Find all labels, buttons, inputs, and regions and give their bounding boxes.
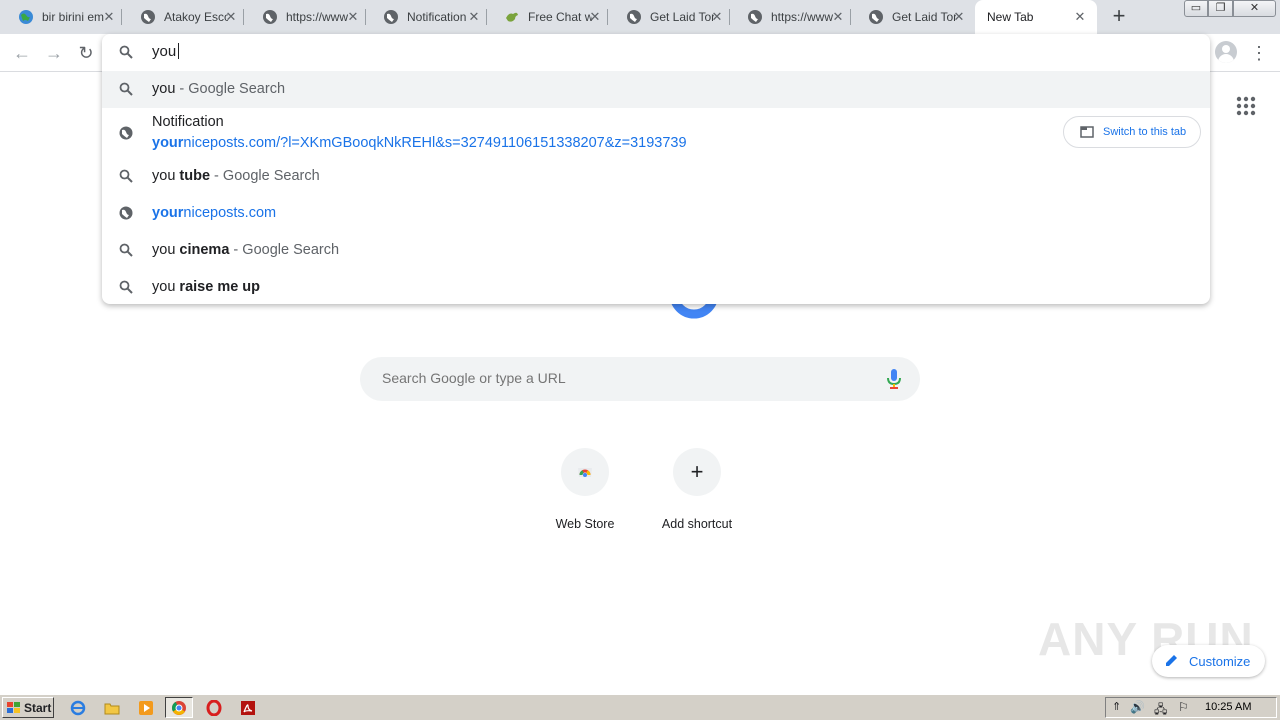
globe-icon [626,9,642,25]
earth-icon [18,9,34,25]
suggestion-title: Notification [152,114,224,130]
shortcut-add[interactable]: + Add shortcut [642,448,752,538]
suggestion-row[interactable]: you cinema - Google Search [102,232,1210,269]
minimize-button[interactable]: ▭ [1184,0,1208,17]
tab[interactable]: https://www ✕ [731,0,851,34]
tab-title: https://www [286,10,349,24]
tab[interactable]: bir birini em ✕ [2,0,122,34]
globe-icon [383,9,399,25]
search-icon [119,82,133,96]
menu-kebab-icon[interactable]: ⋮ [1250,42,1268,64]
tab-title: Notification [407,10,467,24]
restore-button[interactable]: ❐ [1208,0,1233,17]
tab[interactable]: Get Laid Tor ✕ [852,0,972,34]
tab-title: bir birini em [42,10,105,24]
shortcut-label: Add shortcut [661,517,733,531]
microphone-icon[interactable] [886,368,902,390]
tab-close-icon[interactable]: ✕ [831,10,845,24]
search-icon [119,280,133,294]
tab-close-icon[interactable]: ✕ [224,10,238,24]
tab-title: Get Laid Tor [892,10,956,24]
forward-button[interactable]: → [41,40,67,66]
tab[interactable]: Get Laid Tor ✕ [610,0,730,34]
shortcut-web-store[interactable]: Web Store [530,448,640,538]
plus-icon: + [690,459,704,484]
close-window-button[interactable]: ✕ [1233,0,1276,17]
omnibox-dropdown: you you - Google Search Notification you… [102,34,1210,304]
tab[interactable]: Free Chat w ✕ [488,0,608,34]
folder-icon[interactable] [98,697,126,718]
suggestion-row-navigation[interactable]: Notification yourniceposts.com/?l=XKmGBo… [102,108,1210,158]
bird-icon [504,9,520,25]
pencil-icon [1165,653,1181,669]
tab-strip: bir birini em ✕ Atakoy Esco ✕ https://ww… [0,0,1280,34]
suggestion-row[interactable]: you raise me up [102,269,1210,306]
tab-title: https://www [771,10,834,24]
opera-icon[interactable] [200,697,228,718]
globe-icon [262,9,278,25]
tab-active[interactable]: New Tab ✕ [975,0,1097,34]
apps-grid-icon[interactable] [1236,96,1256,116]
suggestion-url: yourniceposts.com [152,205,277,221]
search-icon [119,45,133,59]
tab[interactable]: Atakoy Esco ✕ [124,0,244,34]
tab-close-icon[interactable]: ✕ [710,10,724,24]
ntp-search-box[interactable] [360,357,920,401]
suggestion-row[interactable]: you - Google Search [102,71,1210,108]
globe-icon [747,9,763,25]
globe-icon [119,206,133,220]
tab-close-icon[interactable]: ✕ [1073,10,1087,24]
start-button[interactable]: Start [2,697,54,718]
globe-icon [140,9,156,25]
tab-close-icon[interactable]: ✕ [952,10,966,24]
search-icon [119,169,133,183]
tab-close-icon[interactable]: ✕ [102,10,116,24]
suggestion-row[interactable]: you tube - Google Search [102,158,1210,195]
ntp-search-input[interactable] [380,369,860,387]
suggestion-row-navigation[interactable]: yourniceposts.com [102,195,1210,232]
omnibox-input-row[interactable]: you [102,34,1210,71]
flag-icon[interactable]: ⚐ [1178,700,1189,714]
ie-icon[interactable] [64,697,92,718]
profile-avatar[interactable] [1215,41,1237,63]
network-icon[interactable]: 🖧 [1154,700,1167,721]
customize-label: Customize [1189,653,1251,669]
tab-title: Free Chat w [528,10,592,24]
tab-close-icon[interactable]: ✕ [346,10,360,24]
omnibox-input[interactable]: you [152,43,180,60]
tab[interactable]: Notification ✕ [367,0,487,34]
webstore-icon [576,461,594,484]
tab-title: Get Laid Tor [650,10,714,24]
tab-title: Atakoy Esco [164,10,228,24]
clock[interactable]: 10:25 AM [1205,701,1251,713]
acrobat-icon[interactable] [234,697,262,718]
tab[interactable]: https://www ✕ [246,0,366,34]
search-icon [119,243,133,257]
customize-button[interactable]: Customize [1152,645,1265,677]
windows-logo-icon [6,701,22,715]
system-tray: ⇑ 🔊 🖧 ⚐ 10:25 AM [1105,697,1277,718]
tab-title: New Tab [987,10,1034,24]
reload-button[interactable]: ↻ [73,40,99,66]
chrome-icon[interactable] [165,697,193,718]
tab-switch-icon [1080,126,1094,138]
volume-icon[interactable]: 🔊 [1130,700,1145,714]
tab-close-icon[interactable]: ✕ [588,10,602,24]
tab-close-icon[interactable]: ✕ [467,10,481,24]
chevron-up-icon[interactable]: ⇑ [1112,700,1121,713]
shortcut-label: Web Store [555,517,615,531]
back-button[interactable]: ← [9,40,35,66]
globe-icon [119,126,133,140]
new-tab-button[interactable]: + [1108,5,1130,28]
globe-icon [868,9,884,25]
switch-to-tab-button[interactable]: Switch to this tab [1063,116,1201,148]
suggestion-url: yourniceposts.com/?l=XKmGBooqkNkREHl&s=3… [152,135,687,151]
media-player-icon[interactable] [132,697,160,718]
windows-taskbar: Start ⇑ 🔊 🖧 ⚐ 10:25 AM [0,694,1280,720]
